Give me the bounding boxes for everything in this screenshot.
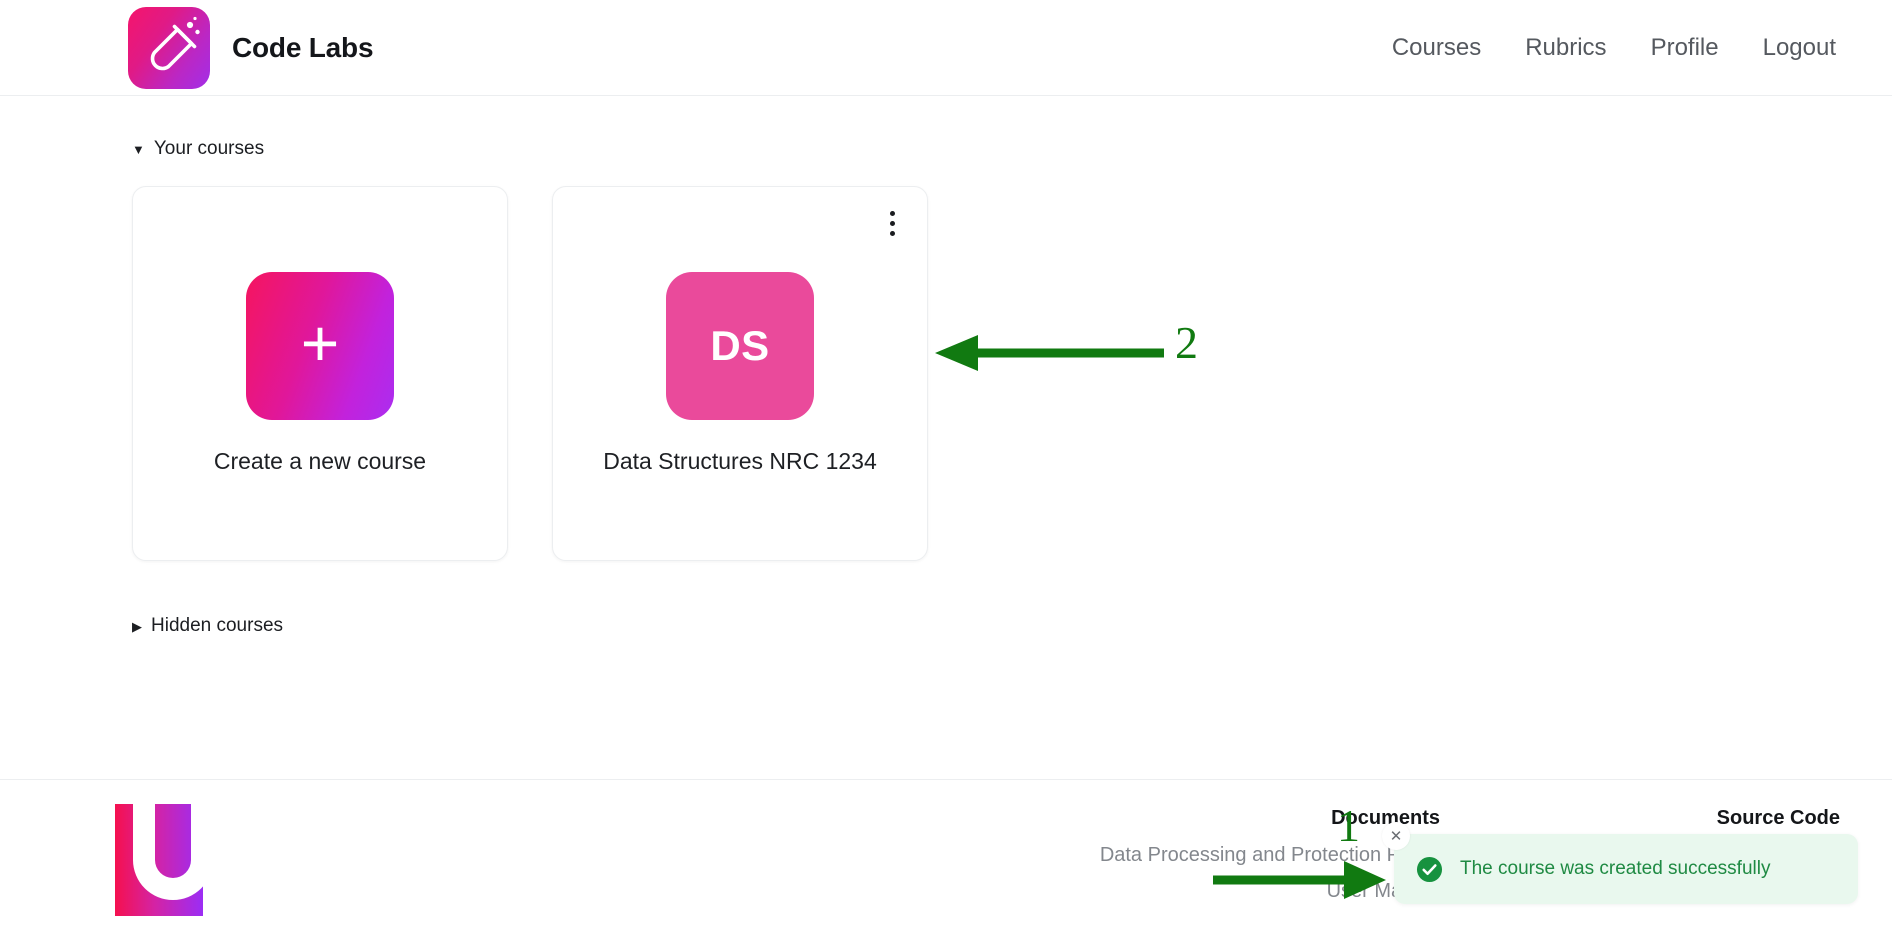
udb-logo (115, 804, 411, 916)
check-circle-icon (1416, 856, 1443, 882)
hidden-courses-toggle[interactable]: ▶ Hidden courses (132, 615, 283, 637)
kebab-dot (889, 220, 895, 226)
kebab-dot (889, 230, 895, 236)
brand-name: Code Labs (232, 31, 374, 63)
your-courses-label: Your courses (153, 138, 265, 159)
success-toast: ✕ The course was created successfully (1382, 822, 1858, 904)
create-course-tile: + (246, 272, 394, 420)
course-card-list: + Create a new course DS Data Structures… (132, 186, 1892, 561)
create-course-label: Create a new course (213, 448, 427, 474)
chevron-down-icon: ▼ (132, 141, 145, 157)
test-tube-icon (128, 6, 210, 89)
brand[interactable]: Code Labs (128, 6, 374, 89)
app-header: Code Labs Courses Rubrics Profile Logout (0, 0, 1892, 96)
create-course-card[interactable]: + Create a new course (132, 186, 508, 561)
toast-message: The course was created successfully (1460, 858, 1771, 879)
main-content: ▼ Your courses + Create a new course DS … (0, 96, 1892, 779)
footer-heading-source-code: Source Code (1716, 807, 1840, 829)
nav-item-profile[interactable]: Profile (1647, 28, 1723, 68)
hidden-courses-label: Hidden courses (151, 615, 284, 636)
close-icon[interactable]: ✕ (1382, 822, 1410, 850)
footer-column-documents: Documents Data Processing and Protection… (1080, 807, 1440, 916)
nav-item-logout[interactable]: Logout (1759, 28, 1840, 68)
course-initials: DS (710, 322, 770, 369)
kebab-dot (889, 210, 895, 216)
kebab-menu-icon[interactable] (879, 206, 905, 240)
chevron-right-icon: ▶ (132, 618, 142, 634)
main-nav: Courses Rubrics Profile Logout (1388, 28, 1840, 68)
your-courses-toggle[interactable]: ▼ Your courses (132, 138, 264, 160)
course-tile: DS (666, 272, 814, 420)
course-label: Data Structures NRC 1234 (603, 448, 877, 474)
nav-item-courses[interactable]: Courses (1388, 28, 1485, 68)
course-card-data-structures[interactable]: DS Data Structures NRC 1234 (552, 186, 928, 561)
plus-icon: + (300, 306, 340, 380)
nav-item-rubrics[interactable]: Rubrics (1521, 28, 1610, 68)
